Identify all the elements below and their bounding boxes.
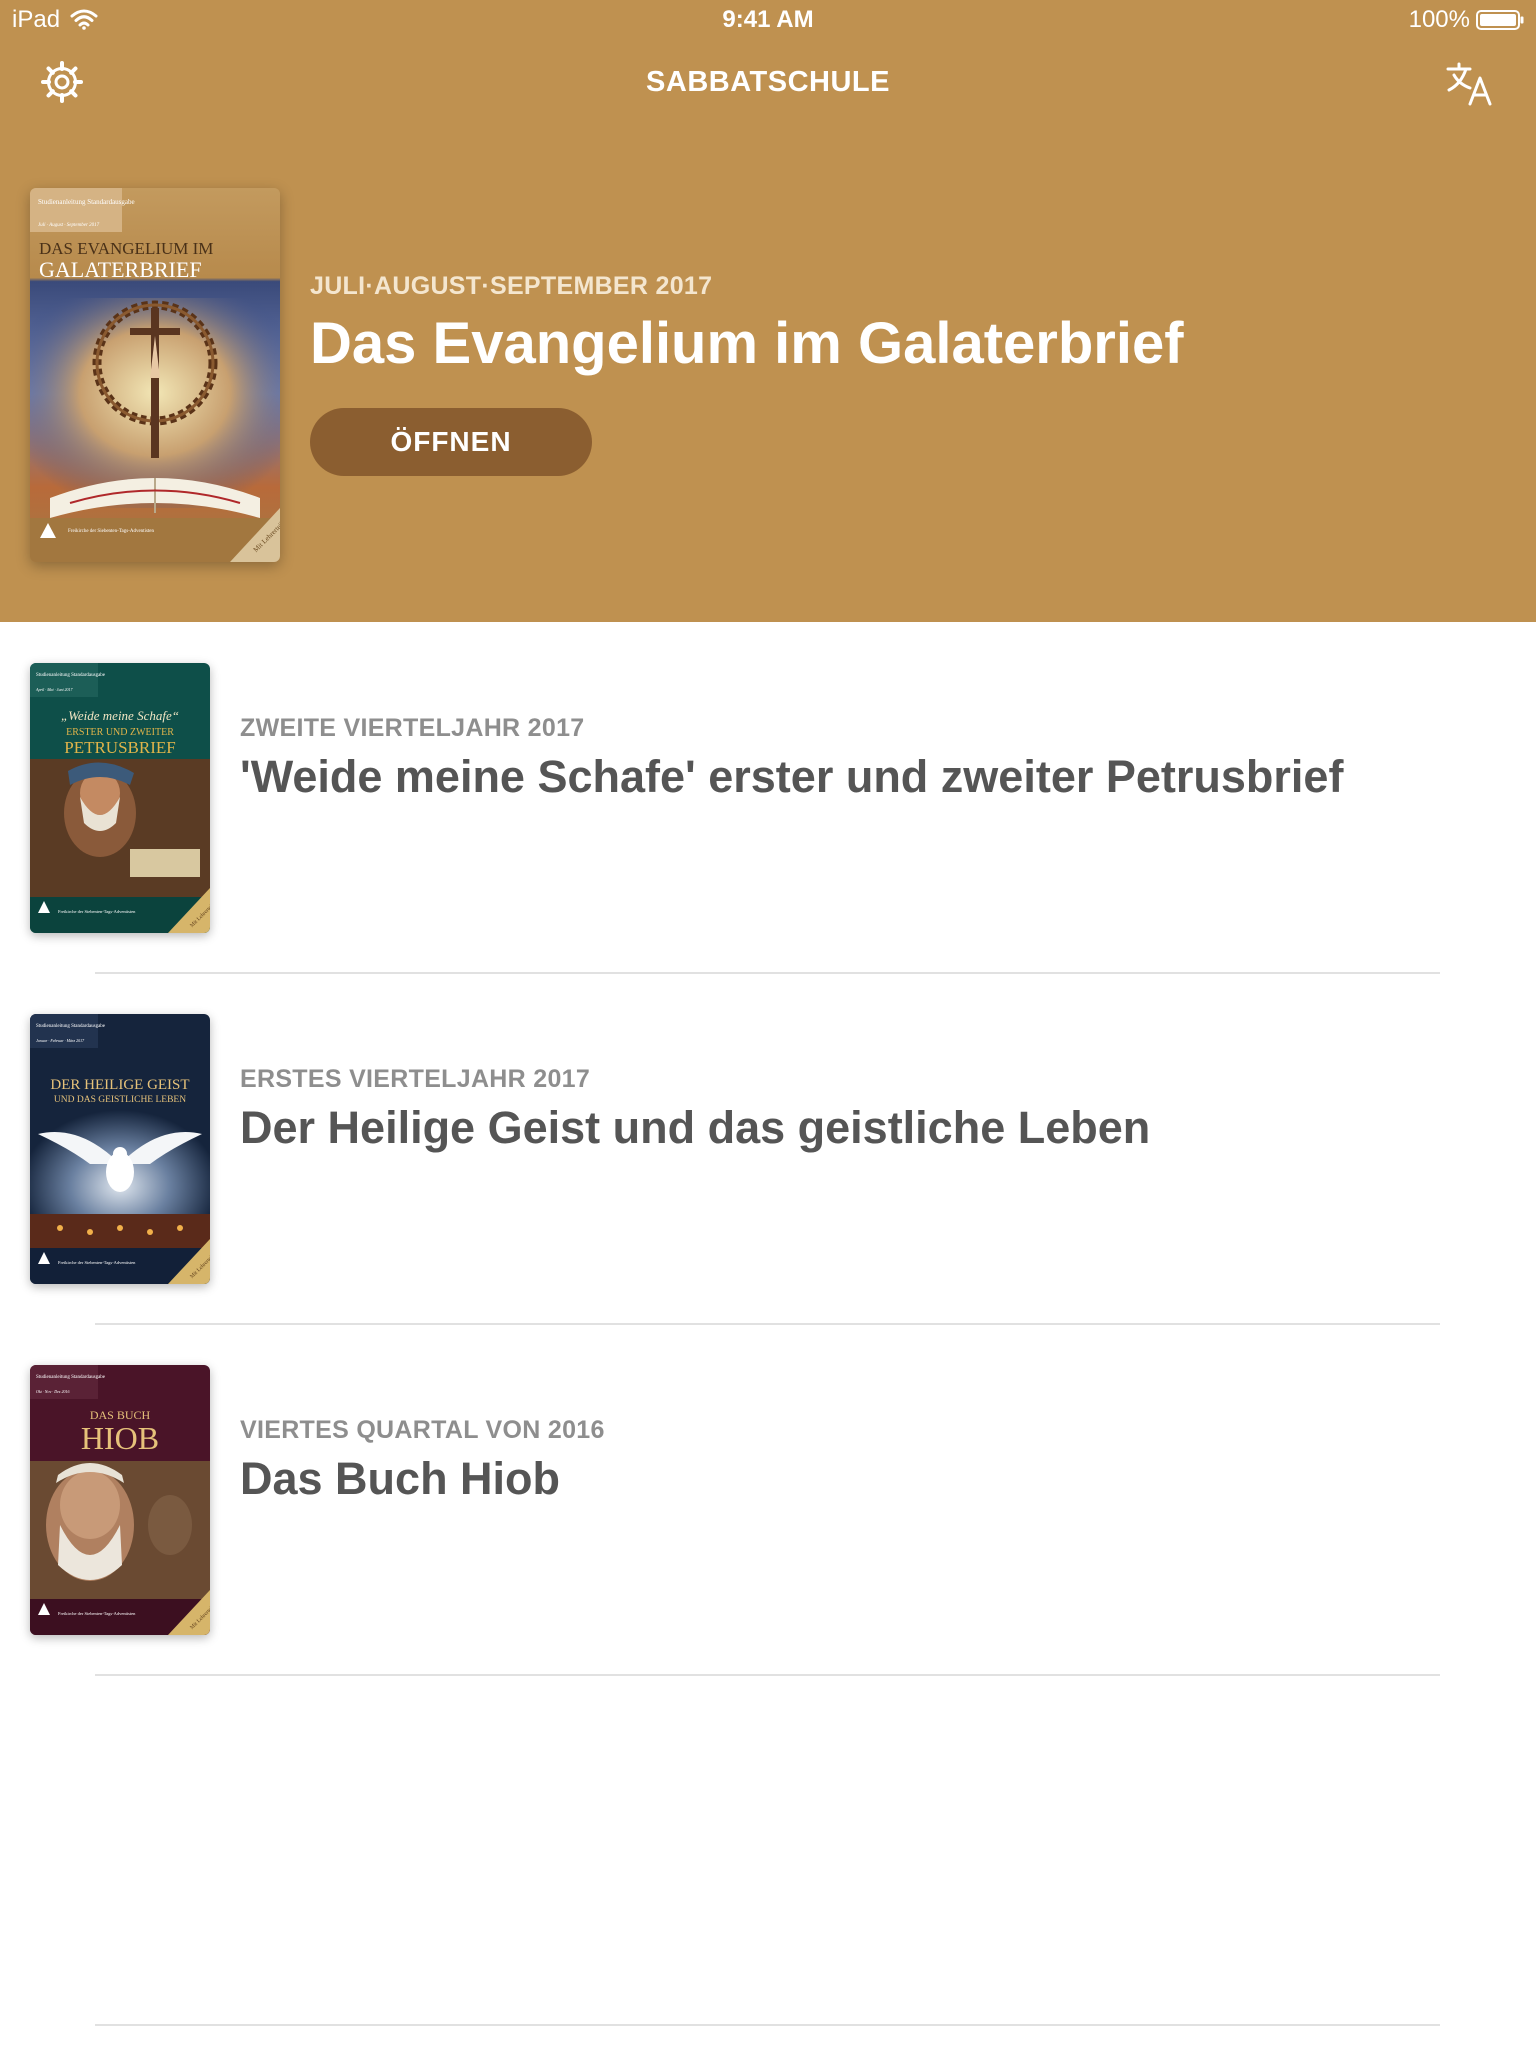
divider (95, 1674, 1440, 1676)
cover-period: April · Mai · Juni 2017 (35, 687, 74, 692)
quarterly-title: 'Weide meine Schafe' erster und zweiter … (240, 751, 1344, 802)
quarterly-cover: Studienanleitung Standardausgabe Okt · N… (30, 1365, 210, 1635)
cover-publisher: Freikirche der Siebenten-Tags-Adventiste… (58, 909, 136, 914)
cover-title-line1: DER HEILIGE GEIST (50, 1077, 189, 1093)
cover-title-line2: HIOB (81, 1420, 159, 1456)
featured-cover[interactable]: Studienanleitung Standardausgabe Juli · … (30, 188, 280, 562)
featured-subtitle: JULI·AUGUST·SEPTEMBER 2017 (310, 272, 713, 300)
quarterly-subtitle: ZWEITE VIERTELJAHR 2017 (240, 714, 585, 742)
app-title: SABBATSCHULE (646, 66, 890, 98)
quarterly-list-item[interactable]: Studienanleitung Standardausgabe Okt · N… (0, 1324, 1536, 1676)
quarterly-text: ERSTES VIERTELJAHR 2017 Der Heilige Geis… (240, 1065, 1490, 1154)
cover-title-line2: UND DAS GEISTLICHE LEBEN (54, 1095, 186, 1105)
open-button[interactable]: ÖFFNEN (310, 408, 592, 476)
cover-publisher: Freikirche der Siebenten-Tags-Adventiste… (68, 529, 155, 534)
quarterly-text: ZWEITE VIERTELJAHR 2017 'Weide meine Sch… (240, 714, 1490, 803)
quarterly-cover: Studienanleitung Standardausgabe April ·… (30, 663, 210, 933)
quarterly-list-item[interactable]: Studienanleitung Standardausgabe Januar … (0, 973, 1536, 1325)
cover-series: Studienanleitung Standardausgabe (36, 1024, 106, 1029)
quarterly-title: Das Buch Hiob (240, 1453, 561, 1504)
featured-header: iPad 9:41 AM 100% SABBATSCHULE Studienan… (0, 0, 1536, 622)
status-bar: iPad 9:41 AM 100% (0, 0, 1536, 40)
featured-title: Das Evangelium im Galaterbrief (310, 311, 1184, 376)
cover-title-line1: „Weide meine Schafe“ (61, 708, 179, 723)
divider (95, 2024, 1440, 2026)
cover-title-line3: PETRUSBRIEF (64, 738, 175, 757)
cover-period: Juli · August · September 2017 (38, 223, 100, 228)
quarterly-subtitle: VIERTES QUARTAL VON 2016 (240, 1416, 605, 1444)
cover-title-line1: DAS EVANGELIUM IM (39, 239, 213, 258)
quarterly-text: VIERTES QUARTAL VON 2016 Das Buch Hiob (240, 1416, 1490, 1505)
status-time: 9:41 AM (722, 6, 814, 33)
cover-title-line2: ERSTER UND ZWEITER (66, 727, 174, 738)
featured-text: JULI·AUGUST·SEPTEMBER 2017 Das Evangeliu… (310, 272, 1490, 378)
cover-series: Studienanleitung Standardausgabe (36, 1375, 106, 1380)
cover-period: Januar · Februar · März 2017 (36, 1038, 85, 1043)
cover-period: Okt · Nov · Dez 2016 (36, 1389, 69, 1394)
cover-publisher: Freikirche der Siebenten-Tags-Adventiste… (58, 1260, 136, 1265)
quarterly-cover: Studienanleitung Standardausgabe Januar … (30, 1014, 210, 1284)
translate-icon[interactable] (1444, 60, 1496, 106)
cover-series: Studienanleitung Standardausgabe (38, 198, 135, 206)
quarterly-subtitle: ERSTES VIERTELJAHR 2017 (240, 1065, 591, 1093)
quarterly-title: Der Heilige Geist und das geistliche Leb… (240, 1102, 1151, 1153)
cover-publisher: Freikirche der Siebenten-Tags-Adventiste… (58, 1611, 136, 1616)
battery-percentage: 100% (1408, 6, 1470, 33)
cover-series: Studienanleitung Standardausgabe (36, 673, 106, 678)
battery-icon (1476, 10, 1524, 30)
cover-title-line2: GALATERBRIEF (39, 257, 202, 282)
quarterly-list-item[interactable]: Studienanleitung Standardausgabe April ·… (0, 622, 1536, 974)
